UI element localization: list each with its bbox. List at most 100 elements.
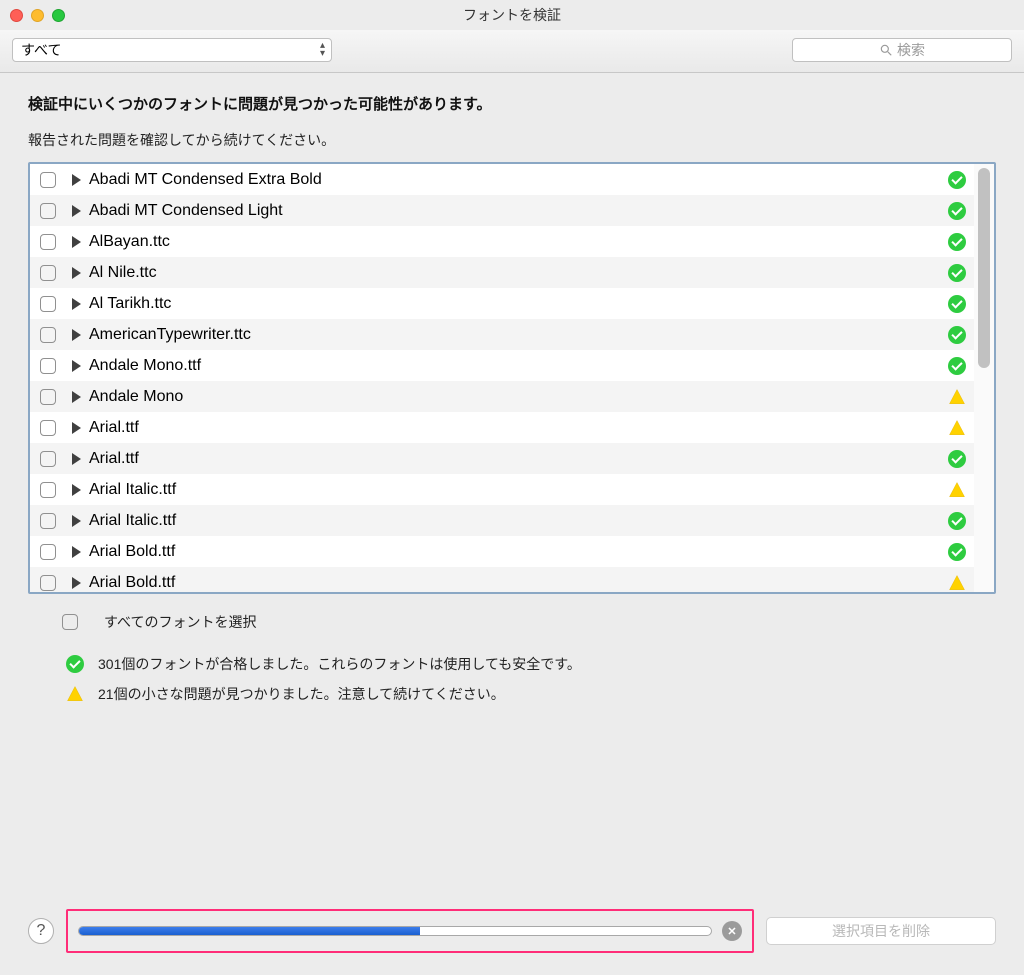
font-row[interactable]: AmericanTypewriter.ttc xyxy=(30,319,974,350)
select-all-label: すべてのフォントを選択 xyxy=(104,612,256,632)
disclosure-triangle-icon[interactable] xyxy=(72,422,81,434)
scrollbar-thumb[interactable] xyxy=(978,168,990,368)
warning-icon xyxy=(948,388,966,406)
font-checkbox[interactable] xyxy=(40,203,56,219)
disclosure-triangle-icon[interactable] xyxy=(72,174,81,186)
font-name-label: AmericanTypewriter.ttc xyxy=(89,326,948,344)
font-checkbox[interactable] xyxy=(40,451,56,467)
font-checkbox[interactable] xyxy=(40,234,56,250)
toolbar: すべて ▴▾ 検索 xyxy=(0,30,1024,73)
font-name-label: Andale Mono.ttf xyxy=(89,357,948,375)
disclosure-triangle-icon[interactable] xyxy=(72,360,81,372)
checkmark-icon xyxy=(948,326,966,344)
font-row[interactable]: Andale Mono xyxy=(30,381,974,412)
checkmark-icon xyxy=(66,655,84,673)
font-checkbox[interactable] xyxy=(40,575,56,591)
checkmark-icon xyxy=(948,233,966,251)
titlebar: フォントを検証 xyxy=(0,0,1024,30)
font-checkbox[interactable] xyxy=(40,513,56,529)
checkmark-icon xyxy=(948,171,966,189)
disclosure-triangle-icon[interactable] xyxy=(72,515,81,527)
font-row[interactable]: Al Nile.ttc xyxy=(30,257,974,288)
checkmark-icon xyxy=(948,202,966,220)
summary-passed-text: 301個のフォントが合格しました。これらのフォントは使用しても安全です。 xyxy=(98,654,581,674)
font-row[interactable]: Al Tarikh.ttc xyxy=(30,288,974,319)
font-checkbox[interactable] xyxy=(40,420,56,436)
search-icon xyxy=(879,43,893,57)
disclosure-triangle-icon[interactable] xyxy=(72,577,81,589)
checkmark-icon xyxy=(948,512,966,530)
font-name-label: Arial.ttf xyxy=(89,419,948,437)
filter-selected-label: すべて xyxy=(21,40,61,60)
filter-select[interactable]: すべて ▴▾ xyxy=(12,38,332,62)
checkmark-icon xyxy=(948,450,966,468)
checkmark-icon xyxy=(948,264,966,282)
font-checkbox[interactable] xyxy=(40,544,56,560)
font-row[interactable]: AlBayan.ttc xyxy=(30,226,974,257)
summary-warnings: 21個の小さな問題が見つかりました。注意して続けてください。 xyxy=(66,684,996,704)
font-checkbox[interactable] xyxy=(40,327,56,343)
font-name-label: Arial Italic.ttf xyxy=(89,481,948,499)
font-name-label: Al Tarikh.ttc xyxy=(89,295,948,313)
summary-warnings-text: 21個の小さな問題が見つかりました。注意して続けてください。 xyxy=(98,684,505,704)
checkmark-icon xyxy=(948,543,966,561)
chevron-updown-icon: ▴▾ xyxy=(320,42,325,58)
help-button[interactable]: ? xyxy=(28,918,54,944)
font-row[interactable]: Arial Italic.ttf xyxy=(30,505,974,536)
font-name-label: Andale Mono xyxy=(89,388,948,406)
font-row[interactable]: Arial.ttf xyxy=(30,412,974,443)
font-row[interactable]: Abadi MT Condensed Light xyxy=(30,195,974,226)
warning-icon xyxy=(66,685,84,703)
font-row[interactable]: Arial.ttf xyxy=(30,443,974,474)
disclosure-triangle-icon[interactable] xyxy=(72,267,81,279)
font-name-label: Arial Italic.ttf xyxy=(89,512,948,530)
disclosure-triangle-icon[interactable] xyxy=(72,236,81,248)
font-name-label: Arial Bold.ttf xyxy=(89,574,948,592)
select-all-row: すべてのフォントを選択 xyxy=(62,612,996,632)
summary-section: すべてのフォントを選択 301個のフォントが合格しました。これらのフォントは使用… xyxy=(28,594,996,704)
warning-icon xyxy=(948,419,966,437)
font-row[interactable]: Arial Italic.ttf xyxy=(30,474,974,505)
font-name-label: Arial Bold.ttf xyxy=(89,543,948,561)
font-list-container: Abadi MT Condensed Extra Bold Abadi MT Co… xyxy=(28,162,996,594)
warning-icon xyxy=(948,574,966,592)
progress-fill xyxy=(79,927,420,935)
disclosure-triangle-icon[interactable] xyxy=(72,391,81,403)
cancel-progress-button[interactable] xyxy=(722,921,742,941)
disclosure-triangle-icon[interactable] xyxy=(72,298,81,310)
font-row[interactable]: Andale Mono.ttf xyxy=(30,350,974,381)
disclosure-triangle-icon[interactable] xyxy=(72,329,81,341)
search-placeholder: 検索 xyxy=(897,40,925,60)
font-name-label: Al Nile.ttc xyxy=(89,264,948,282)
checkmark-icon xyxy=(948,295,966,313)
disclosure-triangle-icon[interactable] xyxy=(72,453,81,465)
footer: ? 選択項目を削除 xyxy=(28,909,996,953)
validation-heading: 検証中にいくつかのフォントに問題が見つかった可能性があります。 xyxy=(28,93,996,114)
font-list[interactable]: Abadi MT Condensed Extra Bold Abadi MT Co… xyxy=(30,164,974,592)
summary-passed: 301個のフォントが合格しました。これらのフォントは使用しても安全です。 xyxy=(66,654,996,674)
select-all-checkbox[interactable] xyxy=(62,614,78,630)
disclosure-triangle-icon[interactable] xyxy=(72,484,81,496)
search-input[interactable]: 検索 xyxy=(792,38,1012,62)
progress-bar xyxy=(78,926,712,936)
scrollbar[interactable] xyxy=(974,164,994,592)
font-name-label: AlBayan.ttc xyxy=(89,233,948,251)
font-checkbox[interactable] xyxy=(40,482,56,498)
font-row[interactable]: Arial Bold.ttf xyxy=(30,567,974,592)
font-checkbox[interactable] xyxy=(40,389,56,405)
font-checkbox[interactable] xyxy=(40,265,56,281)
font-checkbox[interactable] xyxy=(40,358,56,374)
delete-selected-button[interactable]: 選択項目を削除 xyxy=(766,917,996,945)
disclosure-triangle-icon[interactable] xyxy=(72,205,81,217)
disclosure-triangle-icon[interactable] xyxy=(72,546,81,558)
font-name-label: Abadi MT Condensed Extra Bold xyxy=(89,171,948,189)
validation-subheading: 報告された問題を確認してから続けてください。 xyxy=(28,130,996,150)
font-name-label: Abadi MT Condensed Light xyxy=(89,202,948,220)
font-row[interactable]: Abadi MT Condensed Extra Bold xyxy=(30,164,974,195)
font-checkbox[interactable] xyxy=(40,296,56,312)
checkmark-icon xyxy=(948,357,966,375)
window-title: フォントを検証 xyxy=(0,5,1024,25)
content-area: 検証中にいくつかのフォントに問題が見つかった可能性があります。 報告された問題を… xyxy=(0,73,1024,704)
font-checkbox[interactable] xyxy=(40,172,56,188)
font-row[interactable]: Arial Bold.ttf xyxy=(30,536,974,567)
